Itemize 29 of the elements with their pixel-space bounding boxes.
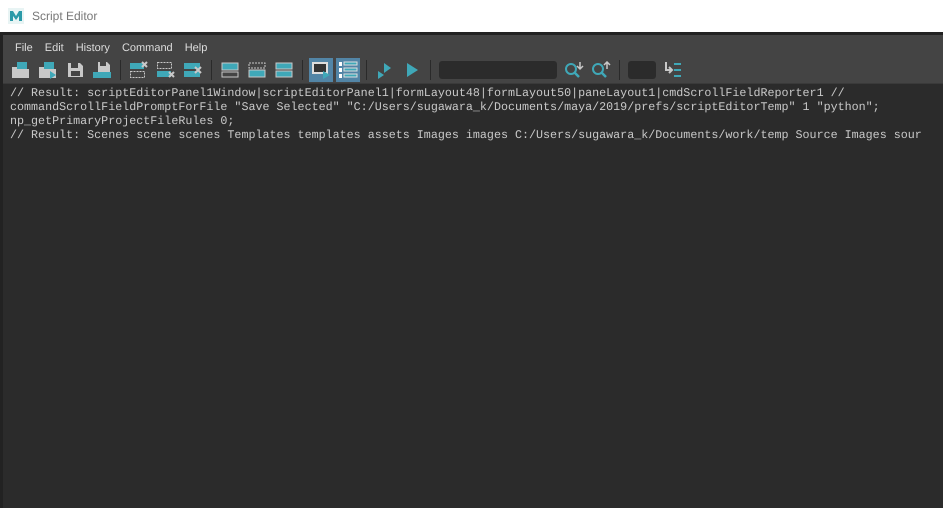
output-line: commandScrollFieldPromptForFile "Save Selected" "C:/Users/sugawara_k/Documents/maya/2019/prefs/scriptEditorTemp" 1 "python"; xyxy=(10,100,880,114)
menu-item[interactable]: Command xyxy=(116,40,179,56)
both-panes-icon xyxy=(274,61,294,79)
menu-item[interactable]: File xyxy=(9,40,39,56)
clear-bottom-icon xyxy=(156,61,176,79)
save-icon xyxy=(65,61,85,79)
toolbar-button[interactable] xyxy=(309,58,333,82)
clear-top-icon xyxy=(129,61,149,79)
window-title: Script Editor xyxy=(32,8,98,25)
open-folder-icon xyxy=(11,61,31,79)
output-line: // Result: scriptEditorPanel1Window|scriptEditorPanel1|formLayout48|formLayout50|paneLayout1|cmdScrollFieldReporter1 // xyxy=(10,86,845,100)
save-script-icon xyxy=(92,61,112,79)
top-pane-icon xyxy=(220,61,240,79)
menu-item[interactable]: Help xyxy=(178,40,214,56)
search-up-icon xyxy=(591,61,611,79)
clear-all-icon xyxy=(183,61,203,79)
output-line: np_getPrimaryProjectFileRules 0; xyxy=(10,114,234,128)
go-to-line-icon xyxy=(663,61,683,79)
menu-item[interactable]: Edit xyxy=(38,40,70,56)
search-field[interactable] xyxy=(439,61,557,79)
app-logo-icon xyxy=(8,8,24,24)
bottom-pane-icon xyxy=(247,61,267,79)
output-line: // Result: Scenes scene scenes Templates templates assets Images images C:/Users/sugawara_k/Documents/work/temp Source Images sour xyxy=(10,128,922,142)
search-down-icon xyxy=(564,61,584,79)
history-icon xyxy=(311,61,331,79)
open-folder-run-icon xyxy=(38,61,58,79)
line-numbers-icon xyxy=(338,61,358,79)
line-number-field[interactable] xyxy=(628,61,656,79)
menu-item[interactable]: History xyxy=(70,40,116,56)
